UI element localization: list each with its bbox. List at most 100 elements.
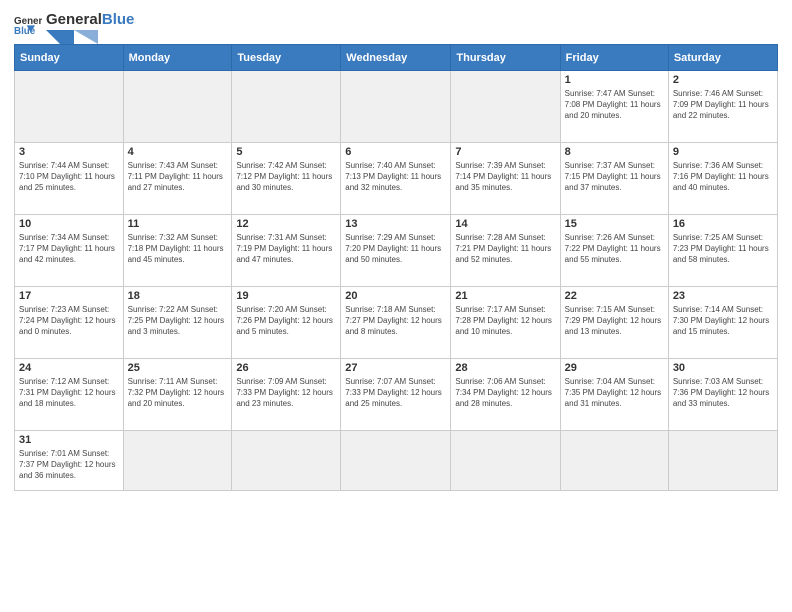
calendar-week-row: 3 Sunrise: 7:44 AM Sunset: 7:10 PM Daylig… — [15, 143, 778, 215]
day-number: 29 — [565, 362, 664, 374]
day-number: 12 — [236, 218, 336, 230]
day-info: Sunrise: 7:46 AM Sunset: 7:09 PM Dayligh… — [673, 88, 773, 122]
day-number: 3 — [19, 146, 119, 158]
day-info: Sunrise: 7:09 AM Sunset: 7:33 PM Dayligh… — [236, 376, 336, 410]
calendar-cell: 10 Sunrise: 7:34 AM Sunset: 7:17 PM Dayli… — [15, 215, 124, 287]
day-number: 16 — [673, 218, 773, 230]
day-info: Sunrise: 7:34 AM Sunset: 7:17 PM Dayligh… — [19, 232, 119, 266]
calendar-cell: 25 Sunrise: 7:11 AM Sunset: 7:32 PM Dayli… — [123, 359, 232, 431]
day-number: 27 — [345, 362, 446, 374]
calendar-cell: 20Sunrise: 7:18 AM Sunset: 7:27 PM Dayli… — [341, 287, 451, 359]
day-info: Sunrise: 7:22 AM Sunset: 7:25 PM Dayligh… — [128, 304, 228, 338]
calendar-cell: 29 Sunrise: 7:04 AM Sunset: 7:35 PM Dayli… — [560, 359, 668, 431]
day-number: 17 — [19, 290, 119, 302]
day-info: Sunrise: 7:12 AM Sunset: 7:31 PM Dayligh… — [19, 376, 119, 410]
day-number: 2 — [673, 74, 773, 86]
calendar-cell: 13 Sunrise: 7:29 AM Sunset: 7:20 PM Dayli… — [341, 215, 451, 287]
calendar-cell — [668, 431, 777, 491]
calendar-cell — [232, 71, 341, 143]
calendar-cell: 17 Sunrise: 7:23 AM Sunset: 7:24 PM Dayli… — [15, 287, 124, 359]
calendar-week-row: 24Sunrise: 7:12 AM Sunset: 7:31 PM Dayli… — [15, 359, 778, 431]
day-info: Sunrise: 7:26 AM Sunset: 7:22 PM Dayligh… — [565, 232, 664, 266]
calendar-cell — [123, 71, 232, 143]
day-number: 5 — [236, 146, 336, 158]
day-info: Sunrise: 7:44 AM Sunset: 7:10 PM Dayligh… — [19, 160, 119, 194]
calendar-page: General Blue GeneralBlue — [0, 0, 792, 612]
calendar-cell: 18 Sunrise: 7:22 AM Sunset: 7:25 PM Dayli… — [123, 287, 232, 359]
calendar-cell — [232, 431, 341, 491]
calendar-cell: 2 Sunrise: 7:46 AM Sunset: 7:09 PM Daylig… — [668, 71, 777, 143]
day-number: 8 — [565, 146, 664, 158]
day-number: 6 — [345, 146, 446, 158]
day-info: Sunrise: 7:37 AM Sunset: 7:15 PM Dayligh… — [565, 160, 664, 194]
calendar-cell: 5 Sunrise: 7:42 AM Sunset: 7:12 PM Daylig… — [232, 143, 341, 215]
calendar-cell — [15, 71, 124, 143]
day-number: 4 — [128, 146, 228, 158]
day-info: Sunrise: 7:04 AM Sunset: 7:35 PM Dayligh… — [565, 376, 664, 410]
day-number: 13 — [345, 218, 446, 230]
calendar-cell: 21 Sunrise: 7:17 AM Sunset: 7:28 PM Dayli… — [451, 287, 560, 359]
logo: General Blue GeneralBlue — [14, 10, 134, 38]
calendar-header-tuesday: Tuesday — [232, 45, 341, 71]
header: General Blue GeneralBlue — [14, 10, 778, 38]
day-number: 1 — [565, 74, 664, 86]
day-info: Sunrise: 7:31 AM Sunset: 7:19 PM Dayligh… — [236, 232, 336, 266]
calendar-header-friday: Friday — [560, 45, 668, 71]
day-number: 11 — [128, 218, 228, 230]
day-info: Sunrise: 7:20 AM Sunset: 7:26 PM Dayligh… — [236, 304, 336, 338]
day-info: Sunrise: 7:11 AM Sunset: 7:32 PM Dayligh… — [128, 376, 228, 410]
calendar-cell: 16 Sunrise: 7:25 AM Sunset: 7:23 PM Dayli… — [668, 215, 777, 287]
calendar-header-wednesday: Wednesday — [341, 45, 451, 71]
calendar-cell: 26 Sunrise: 7:09 AM Sunset: 7:33 PM Dayli… — [232, 359, 341, 431]
calendar-cell: 11Sunrise: 7:32 AM Sunset: 7:18 PM Dayli… — [123, 215, 232, 287]
calendar-cell: 3 Sunrise: 7:44 AM Sunset: 7:10 PM Daylig… — [15, 143, 124, 215]
day-number: 21 — [455, 290, 555, 302]
calendar-cell — [341, 71, 451, 143]
calendar-cell: 4Sunrise: 7:43 AM Sunset: 7:11 PM Daylig… — [123, 143, 232, 215]
calendar-cell — [560, 431, 668, 491]
calendar-cell: 19 Sunrise: 7:20 AM Sunset: 7:26 PM Dayli… — [232, 287, 341, 359]
calendar-cell: 23 Sunrise: 7:14 AM Sunset: 7:30 PM Dayli… — [668, 287, 777, 359]
day-number: 10 — [19, 218, 119, 230]
day-info: Sunrise: 7:23 AM Sunset: 7:24 PM Dayligh… — [19, 304, 119, 338]
calendar-week-row: 31 Sunrise: 7:01 AM Sunset: 7:37 PM Dayli… — [15, 431, 778, 491]
day-number: 15 — [565, 218, 664, 230]
logo-blue: Blue — [102, 11, 135, 28]
day-number: 20 — [345, 290, 446, 302]
calendar-week-row: 10 Sunrise: 7:34 AM Sunset: 7:17 PM Dayli… — [15, 215, 778, 287]
day-info: Sunrise: 7:14 AM Sunset: 7:30 PM Dayligh… — [673, 304, 773, 338]
svg-text:Blue: Blue — [14, 26, 36, 37]
day-number: 30 — [673, 362, 773, 374]
calendar-cell — [341, 431, 451, 491]
calendar-cell: 8 Sunrise: 7:37 AM Sunset: 7:15 PM Daylig… — [560, 143, 668, 215]
calendar-table: SundayMondayTuesdayWednesdayThursdayFrid… — [14, 44, 778, 491]
day-info: Sunrise: 7:29 AM Sunset: 7:20 PM Dayligh… — [345, 232, 446, 266]
calendar-cell: 30 Sunrise: 7:03 AM Sunset: 7:36 PM Dayli… — [668, 359, 777, 431]
day-info: Sunrise: 7:36 AM Sunset: 7:16 PM Dayligh… — [673, 160, 773, 194]
day-number: 7 — [455, 146, 555, 158]
day-number: 28 — [455, 362, 555, 374]
calendar-header-row: SundayMondayTuesdayWednesdayThursdayFrid… — [15, 45, 778, 71]
day-info: Sunrise: 7:25 AM Sunset: 7:23 PM Dayligh… — [673, 232, 773, 266]
calendar-week-row: 1 Sunrise: 7:47 AM Sunset: 7:08 PM Daylig… — [15, 71, 778, 143]
calendar-header-thursday: Thursday — [451, 45, 560, 71]
day-info: Sunrise: 7:17 AM Sunset: 7:28 PM Dayligh… — [455, 304, 555, 338]
day-number: 19 — [236, 290, 336, 302]
day-info: Sunrise: 7:47 AM Sunset: 7:08 PM Dayligh… — [565, 88, 664, 122]
day-info: Sunrise: 7:06 AM Sunset: 7:34 PM Dayligh… — [455, 376, 555, 410]
day-info: Sunrise: 7:03 AM Sunset: 7:36 PM Dayligh… — [673, 376, 773, 410]
logo-icon: General Blue — [14, 10, 42, 38]
day-number: 25 — [128, 362, 228, 374]
day-info: Sunrise: 7:01 AM Sunset: 7:37 PM Dayligh… — [19, 448, 119, 482]
day-info: Sunrise: 7:42 AM Sunset: 7:12 PM Dayligh… — [236, 160, 336, 194]
calendar-cell: 7Sunrise: 7:39 AM Sunset: 7:14 PM Daylig… — [451, 143, 560, 215]
logo-general: General — [46, 11, 102, 28]
day-number: 31 — [19, 434, 119, 446]
day-number: 18 — [128, 290, 228, 302]
calendar-header-monday: Monday — [123, 45, 232, 71]
day-number: 26 — [236, 362, 336, 374]
calendar-cell: 22Sunrise: 7:15 AM Sunset: 7:29 PM Dayli… — [560, 287, 668, 359]
calendar-cell: 14Sunrise: 7:28 AM Sunset: 7:21 PM Dayli… — [451, 215, 560, 287]
day-number: 23 — [673, 290, 773, 302]
calendar-cell: 1 Sunrise: 7:47 AM Sunset: 7:08 PM Daylig… — [560, 71, 668, 143]
